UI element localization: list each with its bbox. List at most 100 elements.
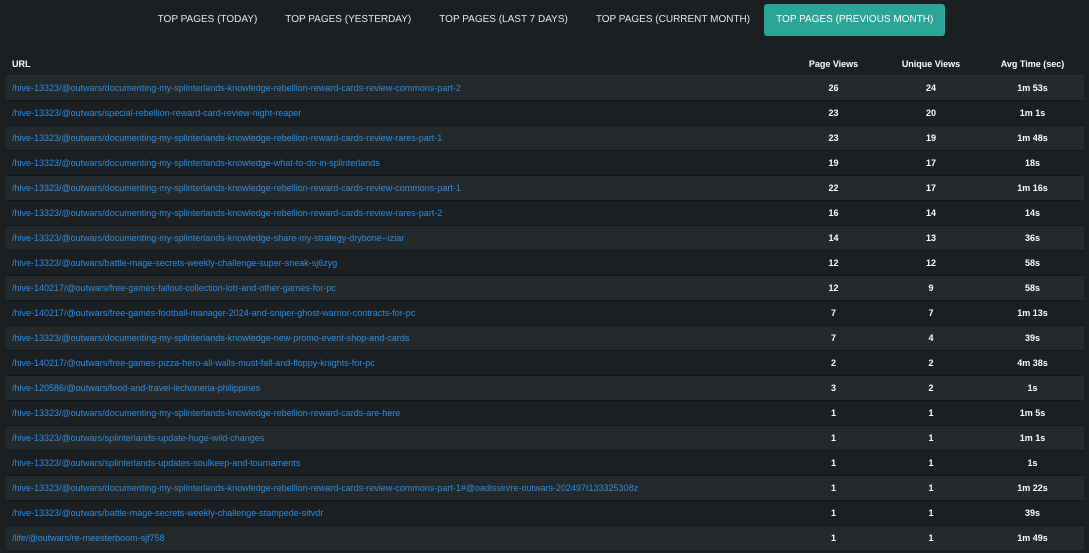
table-row: /hive-13323/@outwars/documenting-my-spli… (6, 325, 1084, 351)
top-pages-table: URL Page Views Unique Views Avg Time (se… (6, 52, 1084, 550)
unique-views-cell: 17 (881, 175, 981, 201)
avg-time-cell: 14s (981, 200, 1084, 226)
url-cell: /hive-13323/@outwars/documenting-my-spli… (6, 325, 786, 351)
avg-time-cell: 1m 5s (981, 400, 1084, 426)
page-url-link[interactable]: /life/@outwars/re-meesterboom-sjf758 (12, 533, 165, 543)
url-cell: /hive-13323/@outwars/battle-mage-secrets… (6, 500, 786, 526)
table-row: /hive-13323/@outwars/documenting-my-spli… (6, 400, 1084, 426)
url-cell: /hive-13323/@outwars/documenting-my-spli… (6, 75, 786, 101)
unique-views-cell: 1 (881, 525, 981, 550)
page-url-link[interactable]: /hive-13323/@outwars/splinterlands-updat… (12, 458, 300, 468)
page-views-cell: 26 (786, 75, 881, 101)
table-row: /hive-13323/@outwars/documenting-my-spli… (6, 225, 1084, 251)
page-url-link[interactable]: /hive-13323/@outwars/documenting-my-spli… (12, 83, 461, 93)
unique-views-cell: 12 (881, 250, 981, 276)
page-url-link[interactable]: /hive-13323/@outwars/documenting-my-spli… (12, 333, 409, 343)
page-url-link[interactable]: /hive-13323/@outwars/documenting-my-spli… (12, 408, 400, 418)
unique-views-cell: 7 (881, 300, 981, 326)
table-row: /hive-13323/@outwars/documenting-my-spli… (6, 75, 1084, 101)
page-url-link[interactable]: /hive-13323/@outwars/special-rebellion-r… (12, 108, 301, 118)
unique-views-cell: 1 (881, 500, 981, 526)
unique-views-cell: 1 (881, 475, 981, 501)
tab-last-7-days[interactable]: TOP PAGES (LAST 7 DAYS) (425, 4, 582, 36)
page-views-cell: 23 (786, 125, 881, 151)
avg-time-cell: 58s (981, 250, 1084, 276)
table-row: /hive-13323/@outwars/documenting-my-spli… (6, 200, 1084, 226)
url-cell: /life/@outwars/re-meesterboom-sjf758 (6, 525, 786, 550)
tab-current-month[interactable]: TOP PAGES (CURRENT MONTH) (582, 4, 764, 36)
url-cell: /hive-140217/@outwars/free-games-fallout… (6, 275, 786, 301)
avg-time-cell: 1m 48s (981, 125, 1084, 151)
page-url-link[interactable]: /hive-13323/@outwars/documenting-my-spli… (12, 233, 404, 243)
avg-time-cell: 1m 16s (981, 175, 1084, 201)
unique-views-cell: 1 (881, 450, 981, 476)
page-url-link[interactable]: /hive-140217/@outwars/free-games-pizza-h… (12, 358, 375, 368)
table-row: /life/@outwars/re-meesterboom-sjf758 1 1 1m… (6, 525, 1084, 550)
page-url-link[interactable]: /hive-13323/@outwars/documenting-my-spli… (12, 183, 461, 193)
table-row: /hive-140217/@outwars/free-games-fallout… (6, 275, 1084, 301)
unique-views-cell: 20 (881, 100, 981, 126)
url-cell: /hive-13323/@outwars/special-rebellion-r… (6, 100, 786, 126)
avg-time-cell: 1s (981, 375, 1084, 401)
tab-yesterday[interactable]: TOP PAGES (YESTERDAY) (271, 4, 425, 36)
table-row: /hive-13323/@outwars/documenting-my-spli… (6, 475, 1084, 501)
unique-views-cell: 24 (881, 75, 981, 101)
page-views-cell: 22 (786, 175, 881, 201)
avg-time-cell: 36s (981, 225, 1084, 251)
url-cell: /hive-13323/@outwars/splinterlands-updat… (6, 450, 786, 476)
url-cell: /hive-13323/@outwars/battle-mage-secrets… (6, 250, 786, 276)
table-row: /hive-13323/@outwars/documenting-my-spli… (6, 150, 1084, 176)
avg-time-cell: 39s (981, 500, 1084, 526)
unique-views-cell: 2 (881, 375, 981, 401)
unique-views-cell: 13 (881, 225, 981, 251)
table-row: /hive-120586/@outwars/food-and-travel-le… (6, 375, 1084, 401)
page-views-cell: 1 (786, 425, 881, 451)
url-cell: /hive-13323/@outwars/documenting-my-spli… (6, 125, 786, 151)
table-row: /hive-140217/@outwars/free-games-pizza-h… (6, 350, 1084, 376)
page-url-link[interactable]: /hive-13323/@outwars/battle-mage-secrets… (12, 508, 323, 518)
page-url-link[interactable]: /hive-13323/@outwars/battle-mage-secrets… (12, 258, 337, 268)
avg-time-cell: 1m 53s (981, 75, 1084, 101)
page-url-link[interactable]: /hive-140217/@outwars/free-games-fallout… (12, 283, 336, 293)
url-cell: /hive-120586/@outwars/food-and-travel-le… (6, 375, 786, 401)
column-header-avg-time: Avg Time (sec) (981, 52, 1084, 76)
page-views-cell: 23 (786, 100, 881, 126)
page-views-cell: 7 (786, 300, 881, 326)
table-row: /hive-140217/@outwars/free-games-footbal… (6, 300, 1084, 326)
page-url-link[interactable]: /hive-140217/@outwars/free-games-footbal… (12, 308, 415, 318)
column-header-url: URL (6, 52, 786, 76)
page-views-cell: 12 (786, 275, 881, 301)
avg-time-cell: 39s (981, 325, 1084, 351)
page-views-cell: 12 (786, 250, 881, 276)
tab-previous-month[interactable]: TOP PAGES (PREVIOUS MONTH) (764, 4, 946, 36)
page-views-cell: 3 (786, 375, 881, 401)
unique-views-cell: 2 (881, 350, 981, 376)
page-views-cell: 2 (786, 350, 881, 376)
url-cell: /hive-140217/@outwars/free-games-pizza-h… (6, 350, 786, 376)
page-url-link[interactable]: /hive-13323/@outwars/documenting-my-spli… (12, 208, 442, 218)
column-header-page-views: Page Views (786, 52, 881, 76)
page-views-cell: 14 (786, 225, 881, 251)
table-row: /hive-13323/@outwars/documenting-my-spli… (6, 125, 1084, 151)
url-cell: /hive-13323/@outwars/documenting-my-spli… (6, 175, 786, 201)
page-url-link[interactable]: /hive-13323/@outwars/documenting-my-spli… (12, 158, 380, 168)
unique-views-cell: 19 (881, 125, 981, 151)
table-row: /hive-13323/@outwars/splinterlands-updat… (6, 425, 1084, 451)
table-row: /hive-13323/@outwars/battle-mage-secrets… (6, 500, 1084, 526)
unique-views-cell: 4 (881, 325, 981, 351)
tab-today[interactable]: TOP PAGES (TODAY) (144, 4, 272, 36)
avg-time-cell: 4m 38s (981, 350, 1084, 376)
table-row: /hive-13323/@outwars/special-rebellion-r… (6, 100, 1084, 126)
url-cell: /hive-13323/@outwars/documenting-my-spli… (6, 225, 786, 251)
table-row: /hive-13323/@outwars/splinterlands-updat… (6, 450, 1084, 476)
page-url-link[interactable]: /hive-13323/@outwars/splinterlands-updat… (12, 433, 264, 443)
page-url-link[interactable]: /hive-13323/@outwars/documenting-my-spli… (12, 133, 442, 143)
page-url-link[interactable]: /hive-13323/@outwars/documenting-my-spli… (12, 483, 638, 493)
unique-views-cell: 1 (881, 425, 981, 451)
page-views-cell: 1 (786, 450, 881, 476)
avg-time-cell: 1m 13s (981, 300, 1084, 326)
page-views-cell: 1 (786, 475, 881, 501)
table-header-row: URL Page Views Unique Views Avg Time (se… (6, 52, 1084, 76)
page-url-link[interactable]: /hive-120586/@outwars/food-and-travel-le… (12, 383, 260, 393)
page-views-cell: 7 (786, 325, 881, 351)
